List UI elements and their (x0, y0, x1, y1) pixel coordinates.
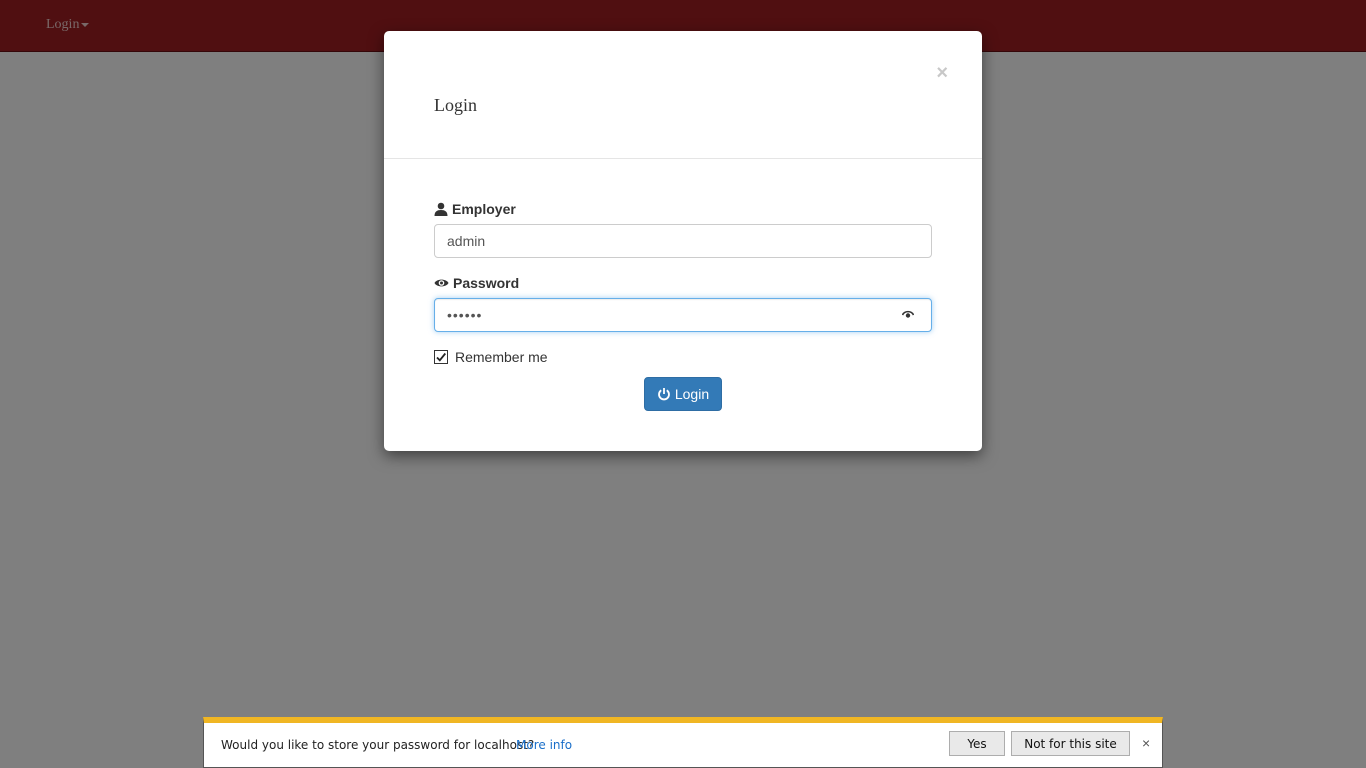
not-for-this-site-button[interactable]: Not for this site (1011, 731, 1130, 756)
login-button[interactable]: Login (644, 377, 722, 411)
password-save-bar: Would you like to store your password fo… (203, 717, 1163, 768)
employer-label-text: Employer (452, 201, 516, 217)
password-save-message: Would you like to store your password fo… (221, 738, 535, 752)
page: Login Login × Employer Password (0, 0, 1366, 768)
user-icon (434, 202, 448, 216)
employer-input[interactable] (434, 224, 932, 258)
password-label-text: Password (453, 275, 520, 291)
close-icon[interactable]: × (1142, 736, 1150, 750)
login-modal: Login × Employer Password (384, 31, 982, 451)
yes-button[interactable]: Yes (949, 731, 1005, 756)
password-label: Password (434, 275, 519, 291)
checkmark-icon (436, 352, 446, 362)
close-icon[interactable]: × (936, 63, 948, 83)
power-icon (657, 388, 670, 401)
modal-title: Login (434, 95, 477, 115)
password-input[interactable] (434, 298, 932, 332)
employer-label: Employer (434, 201, 516, 217)
login-button-label: Login (674, 386, 710, 402)
modal-header: Login × (384, 31, 982, 159)
remember-me: Remember me (434, 349, 548, 365)
remember-me-checkbox[interactable] (434, 350, 448, 364)
remember-me-label: Remember me (455, 349, 548, 365)
eye-icon (434, 279, 449, 287)
more-info-link[interactable]: More info (516, 738, 572, 752)
eye-reveal-icon[interactable] (902, 310, 914, 319)
